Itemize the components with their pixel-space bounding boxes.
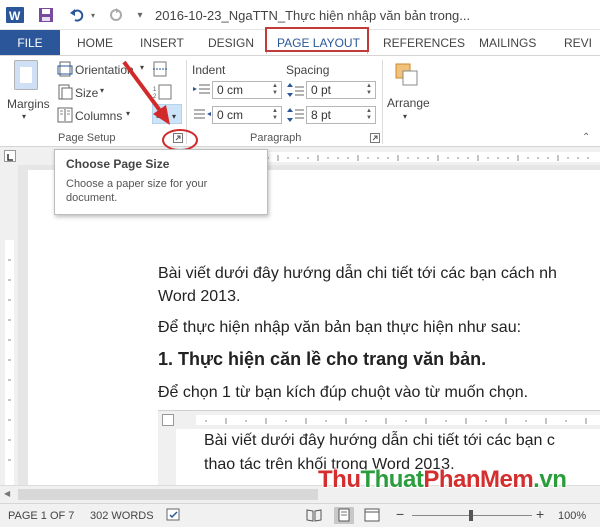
tooltip-description: Choose a paper size for your document. <box>66 178 208 204</box>
tooltip: Choose Page Size Choose a paper size for… <box>54 149 268 215</box>
annotation-arrow <box>122 60 198 151</box>
tooltip-title: Choose Page Size <box>66 157 170 171</box>
